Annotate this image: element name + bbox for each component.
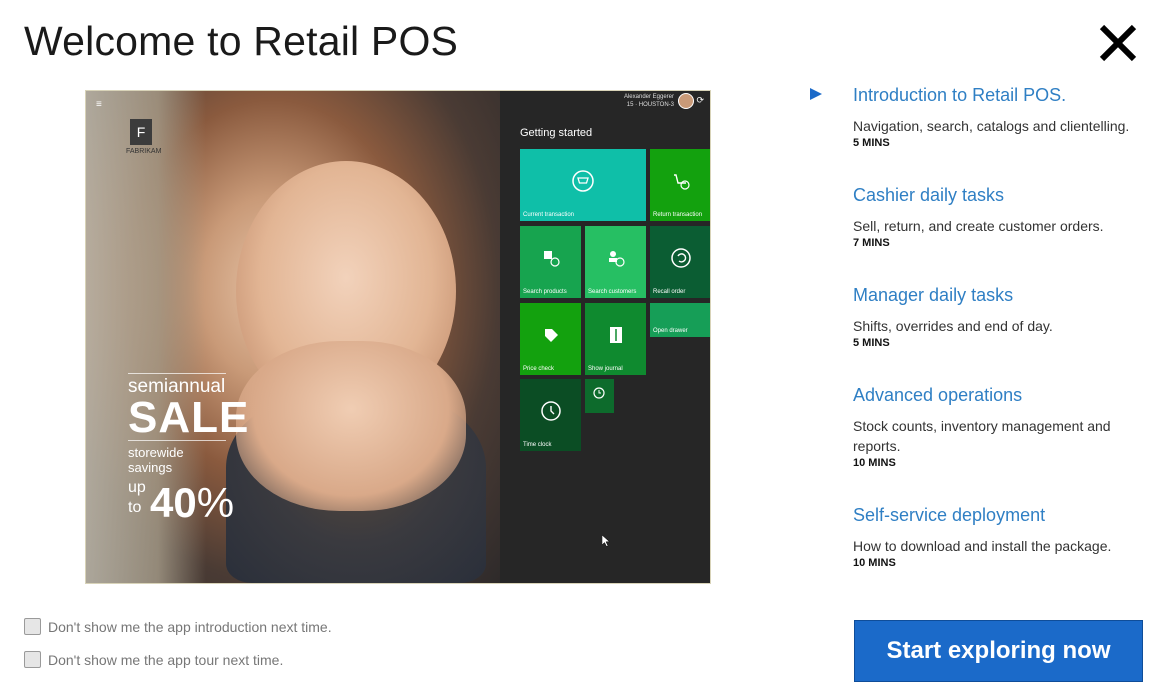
topic-desc: Navigation, search, catalogs and cliente… <box>853 118 1130 134</box>
sale-line2: SALE <box>128 393 250 442</box>
tile-open-drawer: Open drawer <box>650 303 710 337</box>
tile-show-journal: Show journal <box>585 303 646 375</box>
topic-manager[interactable]: Manager daily tasks Shifts, overrides an… <box>853 285 1153 349</box>
topic-desc: Stock counts, inventory management and r… <box>853 418 1111 454</box>
tile-return-transaction: Return transaction <box>650 149 710 221</box>
tile-time-clock: Time clock <box>520 379 581 451</box>
avatar <box>678 93 694 109</box>
product-search-icon <box>543 251 560 267</box>
topic-duration: 10 MINS <box>853 457 896 469</box>
tag-icon <box>544 329 558 343</box>
promo-image: ≡ F FABRIKAM semiannual SALE storewide s… <box>86 91 500 583</box>
topic-title[interactable]: Advanced operations <box>853 385 1153 406</box>
topic-duration: 5 MINS <box>853 337 890 349</box>
pos-start-screen: Alexander Eggerer 15 · HOUSTON-3 ⟳ Getti… <box>500 91 710 583</box>
topic-title[interactable]: Self-service deployment <box>853 505 1153 526</box>
topic-title[interactable]: Cashier daily tasks <box>853 185 1153 206</box>
page-title: Welcome to Retail POS <box>24 18 459 64</box>
topic-cashier[interactable]: Cashier daily tasks Sell, return, and cr… <box>853 185 1153 249</box>
tile-recall-order: Recall order <box>650 226 710 298</box>
tile-current-transaction: Current transaction <box>520 149 646 221</box>
topic-duration: 5 MINS <box>853 137 890 149</box>
brand-name: FABRIKAM <box>126 148 162 155</box>
topic-duration: 10 MINS <box>853 557 896 569</box>
intro-video[interactable]: ≡ F FABRIKAM semiannual SALE storewide s… <box>85 90 711 584</box>
close-icon <box>1099 24 1137 62</box>
checkbox-label: Don't show me the app introduction next … <box>48 618 332 635</box>
topic-deployment[interactable]: Self-service deployment How to download … <box>853 505 1153 569</box>
cart-icon <box>572 170 594 193</box>
checkbox-label: Don't show me the app tour next time. <box>48 651 284 668</box>
topic-desc: Shifts, overrides and end of day. <box>853 318 1053 334</box>
mouse-cursor-icon <box>602 535 610 547</box>
topic-introduction[interactable]: Introduction to Retail POS. Navigation, … <box>853 85 1153 149</box>
clock-icon <box>540 401 561 422</box>
topic-title[interactable]: Introduction to Retail POS. <box>853 85 1153 106</box>
recall-icon <box>670 248 691 269</box>
tile-search-customers: Search customers <box>585 226 646 298</box>
checkbox-hide-tour[interactable]: Don't show me the app tour next time. <box>24 651 283 668</box>
return-cart-icon <box>673 174 690 190</box>
sale-percent: 40% <box>150 479 235 526</box>
topic-desc: How to download and install the package. <box>853 538 1112 554</box>
topic-desc: Sell, return, and create customer orders… <box>853 218 1104 234</box>
close-button[interactable] <box>1097 22 1139 64</box>
checkbox-box[interactable] <box>24 651 41 668</box>
sale-banner: semiannual SALE storewide savings up to … <box>128 373 250 526</box>
journal-icon <box>609 327 622 344</box>
menu-icon: ≡ <box>96 99 102 110</box>
topic-advanced[interactable]: Advanced operations Stock counts, invent… <box>853 385 1153 469</box>
customer-search-icon <box>608 251 625 267</box>
topic-title[interactable]: Manager daily tasks <box>853 285 1153 306</box>
sale-to: to <box>128 499 142 516</box>
tile-clock-list <box>585 379 614 413</box>
checkbox-box[interactable] <box>24 618 41 635</box>
brand-logo: F <box>130 119 152 145</box>
start-exploring-button[interactable]: Start exploring now <box>854 620 1143 682</box>
sale-line3: storewide savings <box>128 440 226 475</box>
sale-up: up <box>128 479 146 496</box>
sync-icon: ⟳ <box>696 95 704 105</box>
topic-duration: 7 MINS <box>853 237 890 249</box>
checkbox-hide-intro[interactable]: Don't show me the app introduction next … <box>24 618 332 635</box>
tile-price-check: Price check <box>520 303 581 375</box>
getting-started-heading: Getting started <box>520 127 593 139</box>
tile-search-products: Search products <box>520 226 581 298</box>
clock-list-icon <box>592 387 605 399</box>
play-icon <box>810 88 822 100</box>
